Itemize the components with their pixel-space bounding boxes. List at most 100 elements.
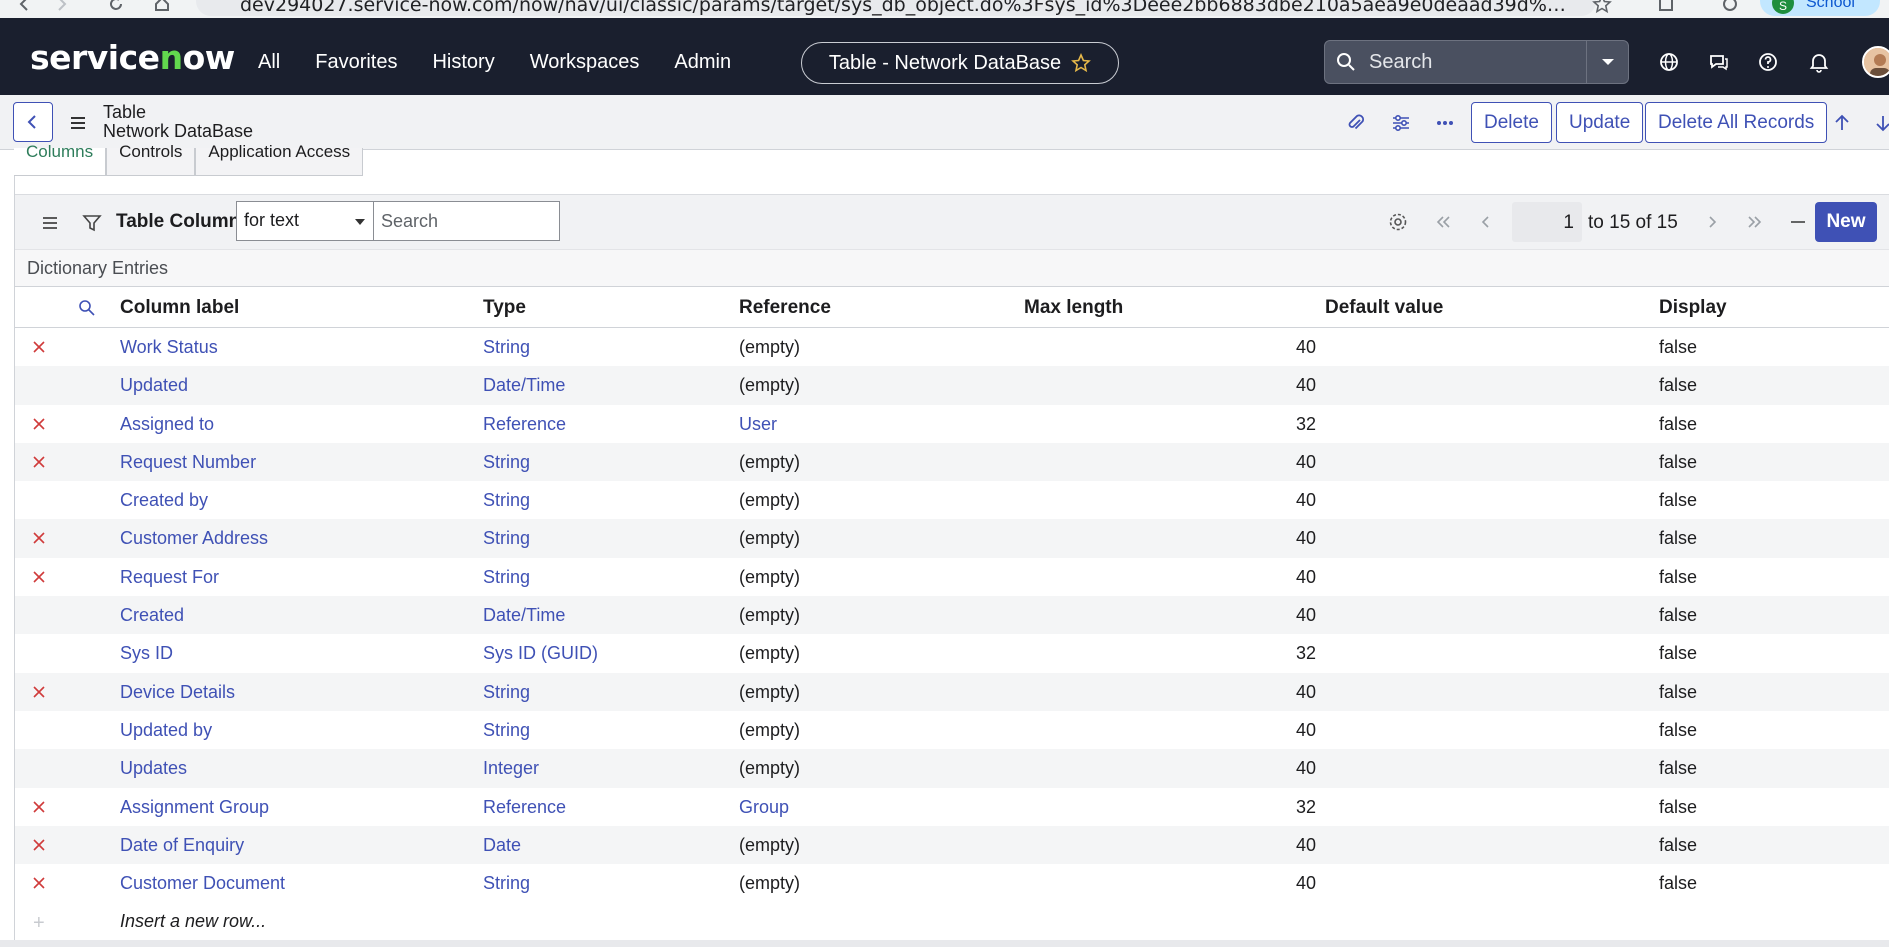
table-row[interactable]: Assignment Group Reference Group 32 false <box>15 788 1889 826</box>
attachment-paperclip-icon[interactable] <box>1345 112 1367 134</box>
delete-row-x-icon[interactable] <box>30 568 48 586</box>
browser-menu-icon[interactable] <box>1720 0 1740 14</box>
favorite-star-icon[interactable] <box>1071 53 1092 73</box>
cell-column-label[interactable]: Customer Document <box>120 873 285 894</box>
browser-forward-icon[interactable] <box>52 0 72 14</box>
cell-type[interactable]: Date <box>483 835 521 856</box>
delete-all-records-button[interactable]: Delete All Records <box>1645 102 1828 143</box>
cell-column-label[interactable]: Request Number <box>120 452 256 473</box>
table-row[interactable]: Customer Address String (empty) 40 false <box>15 519 1889 558</box>
tab-columns[interactable]: Columns <box>14 142 107 176</box>
cell-type[interactable]: String <box>483 873 530 894</box>
search-field-select[interactable]: for text <box>236 201 374 241</box>
cell-reference[interactable]: Group <box>739 797 789 818</box>
last-page-icon[interactable] <box>1744 211 1766 233</box>
insert-row[interactable]: + Insert a new row... <box>15 902 1889 940</box>
cell-type[interactable]: String <box>483 337 530 358</box>
first-page-icon[interactable] <box>1432 211 1454 233</box>
horizontal-scrollbar[interactable] <box>0 940 1889 947</box>
notifications-bell-icon[interactable] <box>1807 50 1831 74</box>
search-scope-dropdown[interactable] <box>1586 41 1628 83</box>
tab-controls[interactable]: Controls <box>106 142 196 176</box>
update-button[interactable]: Update <box>1556 102 1644 143</box>
table-row[interactable]: Updated Date/Time (empty) 40 false <box>15 366 1889 405</box>
cell-type[interactable]: String <box>483 720 530 741</box>
cell-column-label[interactable]: Created <box>120 605 184 626</box>
cell-type[interactable]: String <box>483 567 530 588</box>
table-row[interactable]: Device Details String (empty) 40 false <box>15 672 1889 711</box>
collapse-list-icon[interactable] <box>1787 211 1809 233</box>
delete-row-x-icon[interactable] <box>30 836 48 854</box>
cell-column-label[interactable]: Updated <box>120 375 188 396</box>
personalize-sliders-icon[interactable] <box>1390 112 1412 134</box>
previous-page-icon[interactable] <box>1475 211 1497 233</box>
extensions-icon[interactable] <box>1656 0 1676 14</box>
context-menu-icon[interactable] <box>68 113 88 133</box>
delete-row-x-icon[interactable] <box>30 529 48 547</box>
delete-row-x-icon[interactable] <box>30 683 48 701</box>
globe-icon[interactable] <box>1657 50 1681 74</box>
table-row[interactable]: Updated by String (empty) 40 false <box>15 711 1889 749</box>
cell-type[interactable]: String <box>483 452 530 473</box>
col-header-max-length[interactable]: Max length <box>1024 297 1123 319</box>
col-header-default-value[interactable]: Default value <box>1325 297 1443 319</box>
help-icon[interactable] <box>1756 50 1780 74</box>
cell-type[interactable]: Reference <box>483 414 566 435</box>
table-row[interactable]: Assigned to Reference User 32 false <box>15 405 1889 443</box>
back-button[interactable] <box>13 102 53 142</box>
more-options-icon[interactable] <box>1434 112 1456 134</box>
browser-home-icon[interactable] <box>152 0 172 14</box>
list-menu-icon[interactable] <box>39 212 61 234</box>
cell-column-label[interactable]: Assignment Group <box>120 797 269 818</box>
user-avatar[interactable] <box>1862 46 1889 78</box>
nav-admin[interactable]: Admin <box>674 51 731 74</box>
column-search-icon[interactable] <box>77 298 97 318</box>
cell-type[interactable]: Sys ID (GUID) <box>483 643 598 664</box>
table-row[interactable]: Sys ID Sys ID (GUID) (empty) 32 false <box>15 634 1889 672</box>
new-button[interactable]: New <box>1815 202 1877 242</box>
cell-column-label[interactable]: Sys ID <box>120 643 173 664</box>
cell-column-label[interactable]: Created by <box>120 490 208 511</box>
cell-type[interactable]: Date/Time <box>483 375 565 396</box>
list-settings-gear-icon[interactable] <box>1387 211 1409 233</box>
table-row[interactable]: Updates Integer (empty) 40 false <box>15 749 1889 788</box>
col-header-display[interactable]: Display <box>1659 297 1727 319</box>
cell-type[interactable]: Date/Time <box>483 605 565 626</box>
previous-record-arrow-up-icon[interactable] <box>1831 112 1853 134</box>
cell-column-label[interactable]: Assigned to <box>120 414 214 435</box>
next-record-arrow-down-icon[interactable] <box>1872 112 1889 134</box>
cell-column-label[interactable]: Request For <box>120 567 219 588</box>
context-title-pill[interactable]: Table - Network DataBase <box>801 42 1119 84</box>
nav-favorites[interactable]: Favorites <box>315 51 397 74</box>
cell-type[interactable]: String <box>483 490 530 511</box>
cell-reference[interactable]: User <box>739 414 777 435</box>
tab-application-access[interactable]: Application Access <box>195 142 364 176</box>
browser-reload-icon[interactable] <box>106 0 126 14</box>
nav-workspaces[interactable]: Workspaces <box>530 51 640 74</box>
global-search-input[interactable]: Search <box>1369 51 1586 74</box>
page-number-input[interactable]: 1 <box>1512 202 1582 242</box>
global-search[interactable]: Search <box>1324 40 1629 84</box>
list-search-input[interactable]: Search <box>373 201 560 241</box>
cell-column-label[interactable]: Updated by <box>120 720 212 741</box>
cell-column-label[interactable]: Customer Address <box>120 528 268 549</box>
cell-type[interactable]: String <box>483 528 530 549</box>
cell-column-label[interactable]: Date of Enquiry <box>120 835 244 856</box>
table-row[interactable]: Date of Enquiry Date (empty) 40 false <box>15 825 1889 865</box>
table-row[interactable]: Request For String (empty) 40 false <box>15 558 1889 596</box>
chat-icon[interactable] <box>1707 50 1731 74</box>
cell-column-label[interactable]: Work Status <box>120 337 218 358</box>
delete-row-x-icon[interactable] <box>30 798 48 816</box>
col-header-type[interactable]: Type <box>483 297 526 319</box>
next-page-icon[interactable] <box>1701 211 1723 233</box>
nav-all[interactable]: All <box>258 51 280 74</box>
cell-type[interactable]: Reference <box>483 797 566 818</box>
delete-row-x-icon[interactable] <box>30 453 48 471</box>
table-row[interactable]: Work Status String (empty) 40 false <box>15 328 1889 366</box>
cell-column-label[interactable]: Updates <box>120 758 187 779</box>
cell-column-label[interactable]: Device Details <box>120 682 235 703</box>
table-row[interactable]: Created Date/Time (empty) 40 false <box>15 596 1889 635</box>
cell-type[interactable]: Integer <box>483 758 539 779</box>
browser-back-icon[interactable] <box>14 0 34 14</box>
filter-funnel-icon[interactable] <box>81 212 103 234</box>
